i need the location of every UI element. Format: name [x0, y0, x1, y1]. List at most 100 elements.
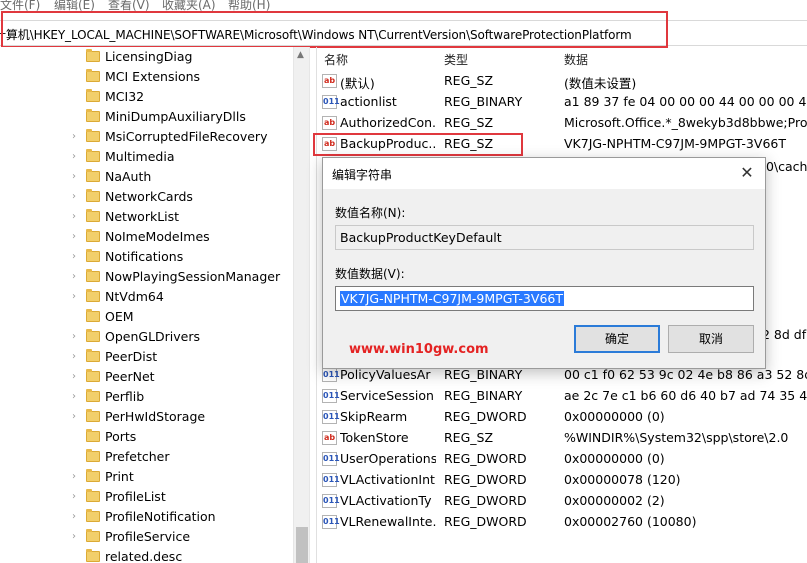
value-row[interactable]: 011 actionlist REG_BINARY a1 89 37 fe 04 00…	[317, 92, 807, 113]
dialog-titlebar[interactable]: 编辑字符串 ✕	[323, 158, 765, 188]
tree-item[interactable]: OEM	[0, 307, 293, 327]
binary-value-icon: 011	[322, 95, 340, 109]
folder-icon	[86, 329, 100, 342]
value-name: VLActivationInt...	[340, 472, 436, 487]
chevron-right-icon[interactable]: ›	[72, 171, 82, 183]
ok-button[interactable]: 确定	[574, 325, 660, 353]
chevron-right-icon[interactable]: ›	[72, 371, 82, 383]
value-row[interactable]: 011 SkipRearm REG_DWORD 0x00000000 (0)	[317, 407, 807, 428]
chevron-right-icon[interactable]: ›	[72, 411, 82, 423]
tree-item[interactable]: › NetworkCards	[0, 187, 293, 207]
tree-item-label: NetworkCards	[105, 189, 193, 204]
chevron-right-icon[interactable]: ›	[72, 531, 82, 543]
tree-item[interactable]: › NetworkList	[0, 207, 293, 227]
column-header-type[interactable]: 类型	[444, 51, 468, 68]
value-row[interactable]: 011 ServiceSession REG_BINARY ae 2c 7e c1 b…	[317, 386, 807, 407]
chevron-right-icon[interactable]: ›	[72, 131, 82, 143]
tree-item[interactable]: › NaAuth	[0, 167, 293, 187]
tree-item[interactable]: › NowPlayingSessionManager	[0, 267, 293, 287]
chevron-right-icon[interactable]: ›	[72, 331, 82, 343]
value-row[interactable]: 011 VLRenewalInte... REG_DWORD 0x00002760 (…	[317, 512, 807, 533]
value-row[interactable]: 011VLActivationInt... REG_DWORD 0x00000078…	[317, 470, 807, 491]
tree-item[interactable]: Ports	[0, 427, 293, 447]
scroll-up-arrow-icon[interactable]: ▲	[297, 50, 304, 60]
tree-item[interactable]: MiniDumpAuxiliaryDlls	[0, 107, 293, 127]
tree-item[interactable]: MCI32	[0, 87, 293, 107]
column-header-name[interactable]: 名称	[324, 51, 348, 68]
tree-item[interactable]: LicensingDiag	[0, 47, 293, 67]
chevron-right-icon[interactable]: ›	[72, 251, 82, 263]
tree-item[interactable]: › NoImeModeImes	[0, 227, 293, 247]
tree-item-label: Perflib	[105, 389, 145, 404]
value-data: VK7JG-NPHTM-C97JM-9MPGT-3V66T	[564, 136, 786, 151]
chevron-right-icon[interactable]: ›	[72, 491, 82, 503]
folder-icon	[86, 509, 100, 522]
chevron-right-icon[interactable]: ›	[72, 471, 82, 483]
binary-value-icon: 011	[322, 410, 340, 424]
chevron-right-icon[interactable]: ›	[72, 351, 82, 363]
tree-item-label: PeerDist	[105, 349, 158, 364]
tree-item-label: Print	[105, 469, 134, 484]
chevron-right-icon[interactable]: ›	[72, 231, 82, 243]
tree-item[interactable]: › Perflib	[0, 387, 293, 407]
value-row[interactable]: ab AuthorizedCon... REG_SZ Microsoft.Office…	[317, 113, 807, 134]
folder-icon	[86, 89, 100, 102]
tree-item[interactable]: › PeerDist	[0, 347, 293, 367]
tree-item[interactable]: related.desc	[0, 547, 293, 563]
folder-icon	[86, 549, 100, 562]
value-row[interactable]: ab (默认) REG_SZ (数值未设置)	[317, 71, 807, 92]
partial-value-data-2: 2 8d df	[762, 327, 807, 342]
tree-item-label: OEM	[105, 309, 134, 324]
tree-item[interactable]: › PeerNet	[0, 367, 293, 387]
tree-item[interactable]: MCI Extensions	[0, 67, 293, 87]
tree-item[interactable]: Prefetcher	[0, 447, 293, 467]
close-icon[interactable]: ✕	[738, 163, 756, 183]
chevron-right-icon[interactable]: ›	[72, 211, 82, 223]
value-data-input[interactable]: VK7JG-NPHTM-C97JM-9MPGT-3V66T	[335, 286, 754, 311]
chevron-right-icon[interactable]: ›	[72, 291, 82, 303]
column-header-data[interactable]: 数据	[564, 51, 588, 68]
value-data: 0x00000078 (120)	[564, 472, 681, 487]
folder-icon	[86, 489, 100, 502]
tree-item-label: ProfileList	[105, 489, 166, 504]
value-name: SkipRearm	[340, 409, 408, 424]
value-type: REG_DWORD	[444, 514, 527, 529]
value-row[interactable]: ab TokenStore REG_SZ %WINDIR%\System32\spp\…	[317, 428, 807, 449]
folder-icon	[86, 69, 100, 82]
cancel-button[interactable]: 取消	[668, 325, 754, 353]
value-type: REG_BINARY	[444, 367, 523, 382]
selected-value-text[interactable]: VK7JG-NPHTM-C97JM-9MPGT-3V66T	[340, 291, 564, 306]
chevron-right-icon[interactable]: ›	[72, 151, 82, 163]
value-name: PolicyValuesAr	[340, 367, 431, 382]
value-data: 00 c1 f0 62 53 9c 02 4e b8 86 a3 52 8d d…	[564, 367, 807, 382]
chevron-right-icon[interactable]: ›	[72, 391, 82, 403]
tree-item-label: MsiCorruptedFileRecovery	[105, 129, 268, 144]
folder-icon	[86, 189, 100, 202]
value-row[interactable]: 011 UserOperations REG_DWORD 0x00000000 (0)	[317, 449, 807, 470]
tree-item[interactable]: › Print	[0, 467, 293, 487]
tree-item[interactable]: › PerHwIdStorage	[0, 407, 293, 427]
scroll-thumb[interactable]	[296, 527, 308, 563]
tree-item[interactable]: › NtVdm64	[0, 287, 293, 307]
folder-icon	[86, 229, 100, 242]
tree-item[interactable]: › Notifications	[0, 247, 293, 267]
tree-item[interactable]: › ProfileService	[0, 527, 293, 547]
tree-item-label: MCI Extensions	[105, 69, 201, 84]
tree-item[interactable]: › ProfileNotification	[0, 507, 293, 527]
tree-item[interactable]: › MsiCorruptedFileRecovery	[0, 127, 293, 147]
folder-icon	[86, 269, 100, 282]
chevron-right-icon[interactable]: ›	[72, 191, 82, 203]
folder-icon	[86, 289, 100, 302]
value-name: (默认)	[340, 76, 375, 91]
chevron-right-icon[interactable]: ›	[72, 271, 82, 283]
value-row[interactable]: 011 VLActivationTy REG_DWORD 0x00000002 (2)	[317, 491, 807, 512]
value-type: REG_DWORD	[444, 472, 527, 487]
tree-item[interactable]: › ProfileList	[0, 487, 293, 507]
folder-icon	[86, 109, 100, 122]
chevron-right-icon[interactable]: ›	[72, 511, 82, 523]
tree-item[interactable]: › Multimedia	[0, 147, 293, 167]
partial-value-data: .0\cach	[762, 159, 807, 174]
tree-scrollbar[interactable]: ▲	[293, 47, 310, 563]
tree-item[interactable]: › OpenGLDrivers	[0, 327, 293, 347]
tree-item-label: NetworkList	[105, 209, 180, 224]
